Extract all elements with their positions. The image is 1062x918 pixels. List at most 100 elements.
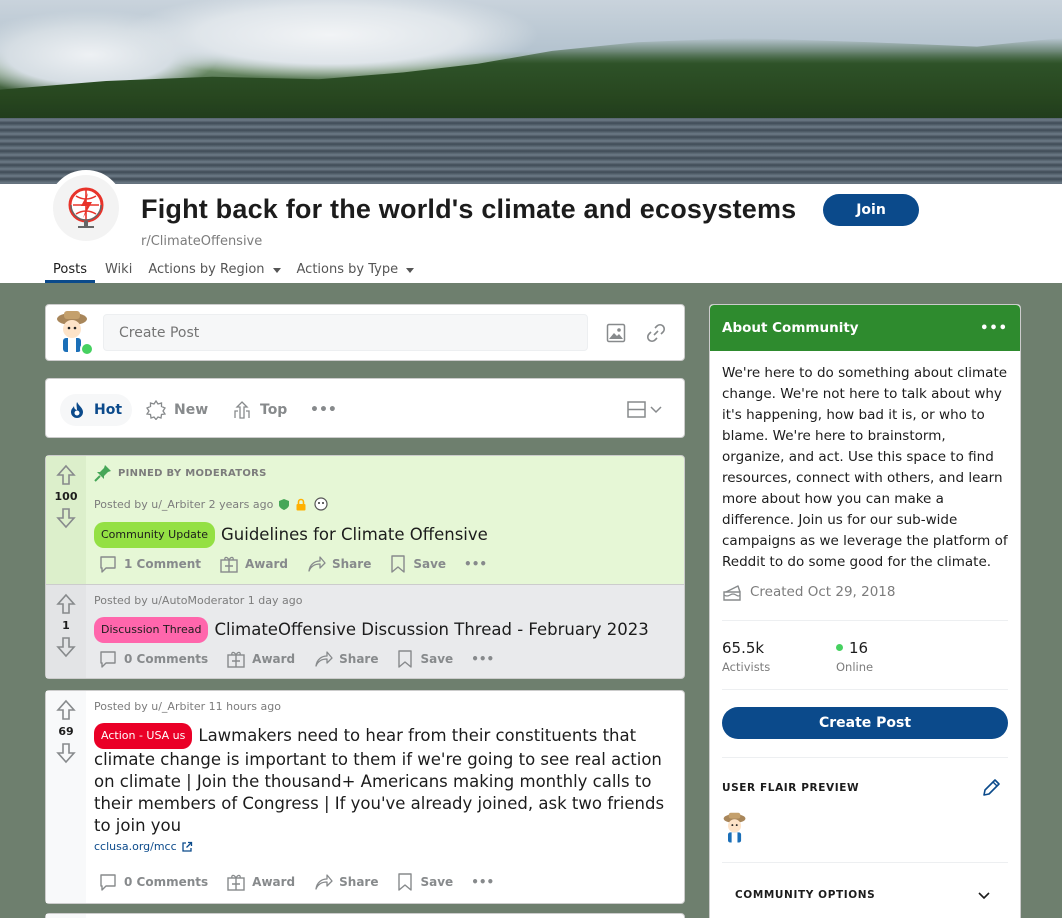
post-actions: 0 Comments Award Share Save ••• [98, 649, 512, 669]
create-post-card [45, 304, 685, 361]
cake-icon [723, 585, 741, 601]
gift-icon [227, 874, 245, 891]
view-layout-button[interactable] [618, 394, 674, 426]
upvote-icon[interactable] [56, 464, 76, 486]
create-post-input[interactable] [103, 314, 588, 351]
sort-new-button[interactable]: New [138, 394, 218, 426]
post-card[interactable]: 1 Posted by u/AutoModerator 1 day ago Di… [45, 584, 685, 679]
comments-button[interactable]: 1 Comment [98, 554, 211, 574]
tab-actions-by-type[interactable]: Actions by Type [289, 256, 423, 283]
more-options-icon[interactable]: ••• [471, 652, 504, 666]
user-flair-avatar [720, 809, 752, 851]
edit-pencil-icon[interactable] [980, 777, 1002, 803]
upvote-icon[interactable] [56, 593, 76, 615]
sidebar-create-post-button[interactable]: Create Post [722, 707, 1008, 739]
top-icon [234, 401, 250, 419]
post-flair[interactable]: Discussion Thread [94, 617, 209, 643]
post-flair[interactable]: Community Update [94, 522, 215, 548]
user-flair-heading: USER FLAIR PREVIEW [722, 782, 860, 794]
award-icon [314, 497, 328, 511]
external-link-text[interactable]: cclusa.org/mcc [94, 840, 177, 853]
post-meta-text: Posted by u/_Arbiter 11 hours ago [94, 700, 281, 713]
downvote-icon[interactable] [56, 507, 76, 529]
downvote-icon[interactable] [56, 636, 76, 658]
share-button[interactable]: Share [313, 649, 388, 669]
comments-label: 0 Comments [124, 875, 209, 889]
post-actions: 1 Comment Award Share Save ••• [98, 554, 505, 574]
award-label: Award [252, 875, 296, 889]
sort-label: Hot [94, 402, 123, 418]
share-icon [315, 651, 333, 667]
comments-button[interactable]: 0 Comments [98, 649, 218, 669]
tab-label: Posts [53, 262, 87, 277]
more-options-icon[interactable]: ••• [302, 394, 347, 426]
post-card[interactable]: 100 PINNED BY MODERATORS Posted by u/_Ar… [45, 455, 685, 585]
downvote-icon[interactable] [56, 742, 76, 764]
sort-top-button[interactable]: Top [224, 394, 297, 426]
online-label: Online [836, 660, 874, 674]
post-title-text: ClimateOffensive Discussion Thread - Feb… [214, 620, 649, 639]
community-name: r/ClimateOffensive [141, 234, 263, 249]
banner-lake [0, 118, 1062, 184]
vote-column: 1 [46, 585, 86, 678]
community-description: We're here to do something about climate… [722, 365, 1008, 570]
tab-wiki[interactable]: Wiki [97, 256, 140, 283]
community-options-toggle[interactable]: COMMUNITY OPTIONS [735, 889, 875, 901]
more-options-icon[interactable]: ••• [464, 557, 497, 571]
post-title[interactable]: Community Update Guidelines for Climate O… [94, 522, 674, 548]
community-header: Fight back for the world's climate and e… [0, 170, 1062, 283]
join-button[interactable]: Join [823, 194, 919, 226]
bookmark-icon [398, 873, 413, 891]
post-card[interactable]: 69 Posted by u/_Arbiter 11 hours ago Act… [45, 690, 685, 904]
post-title[interactable]: Action - USA us Lawmakers need to hear fr… [94, 723, 680, 837]
comment-icon [100, 874, 116, 891]
external-link[interactable]: cclusa.org/mcc [94, 840, 193, 853]
bookmark-icon [398, 650, 413, 668]
lock-icon [296, 498, 306, 510]
user-avatar[interactable] [52, 307, 96, 357]
community-title: Fight back for the world's climate and e… [141, 194, 797, 224]
tab-actions-by-region[interactable]: Actions by Region [140, 256, 288, 283]
share-label: Share [332, 557, 372, 571]
award-button[interactable]: Award [226, 649, 305, 669]
community-avatar[interactable] [48, 170, 124, 246]
award-button[interactable]: Award [219, 554, 298, 574]
tab-label: Actions by Type [296, 262, 399, 277]
save-button[interactable]: Save [389, 554, 456, 574]
more-options-icon[interactable]: ••• [471, 875, 504, 889]
pin-icon [94, 465, 111, 482]
tab-posts[interactable]: Posts [45, 256, 95, 283]
globe-logo-icon [53, 175, 119, 241]
members-count: 65.5k [722, 639, 765, 657]
upvote-icon[interactable] [56, 699, 76, 721]
post-title-text: Guidelines for Climate Offensive [221, 525, 488, 544]
share-label: Share [339, 875, 379, 889]
card-view-icon [627, 401, 662, 418]
about-community-title: About Community [722, 320, 859, 336]
link-icon[interactable] [642, 319, 670, 347]
post-flair[interactable]: Action - USA us [94, 723, 193, 749]
more-options-icon[interactable]: ••• [980, 321, 1008, 336]
save-button[interactable]: Save [396, 649, 463, 669]
sort-hot-button[interactable]: Hot [60, 394, 133, 426]
chevron-down-icon[interactable] [976, 887, 992, 907]
comments-label: 0 Comments [124, 652, 209, 666]
created-date: Created Oct 29, 2018 [722, 583, 895, 601]
post-title[interactable]: Discussion Thread ClimateOffensive Discus… [94, 617, 674, 643]
share-button[interactable]: Share [306, 554, 381, 574]
share-icon [308, 556, 326, 572]
vote-score: 100 [54, 490, 78, 503]
flame-icon [71, 402, 83, 418]
share-button[interactable]: Share [313, 872, 388, 892]
save-button[interactable]: Save [396, 872, 463, 892]
comments-label: 1 Comment [124, 557, 202, 571]
bookmark-icon [391, 555, 406, 573]
share-label: Share [339, 652, 379, 666]
post-card[interactable] [45, 913, 685, 918]
award-button[interactable]: Award [226, 872, 305, 892]
award-label: Award [252, 652, 296, 666]
comments-button[interactable]: 0 Comments [98, 872, 218, 892]
image-upload-icon[interactable] [602, 319, 630, 347]
post-meta-text: Posted by u/_Arbiter 2 years ago [94, 497, 274, 511]
comment-icon [100, 556, 116, 573]
